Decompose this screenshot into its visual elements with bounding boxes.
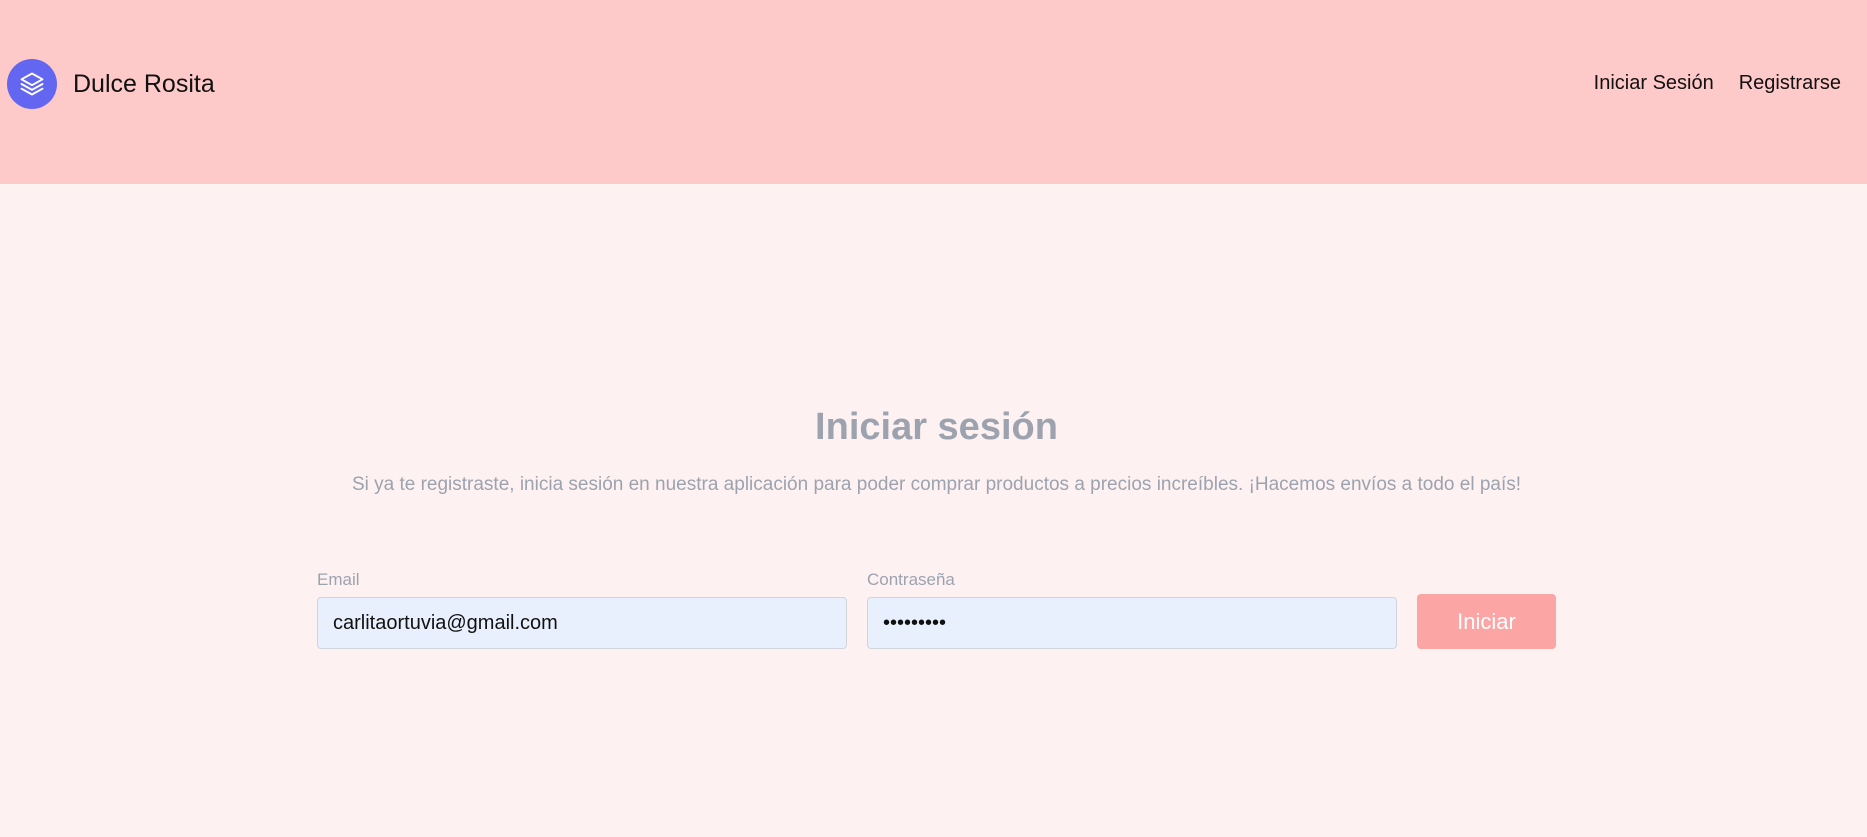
- nav-login-link[interactable]: Iniciar Sesión: [1594, 72, 1714, 95]
- site-header: Dulce Rosita Iniciar Sesión Registrarse: [0, 0, 1867, 184]
- layers-icon: [7, 59, 57, 109]
- login-submit-button[interactable]: Iniciar: [1417, 594, 1556, 649]
- nav-register-link[interactable]: Registrarse: [1739, 72, 1841, 95]
- email-label: Email: [317, 570, 360, 589]
- password-field[interactable]: [867, 597, 1397, 649]
- brand-name: Dulce Rosita: [73, 69, 215, 98]
- page-subtitle: Si ya te registraste, inicia sesión en n…: [351, 474, 1522, 495]
- password-label: Contraseña: [867, 570, 955, 589]
- page-title: Iniciar sesión: [815, 406, 1058, 448]
- email-field[interactable]: [317, 597, 847, 649]
- brand-link[interactable]: Dulce Rosita: [7, 59, 215, 109]
- top-nav: Iniciar Sesión Registrarse: [1594, 72, 1841, 95]
